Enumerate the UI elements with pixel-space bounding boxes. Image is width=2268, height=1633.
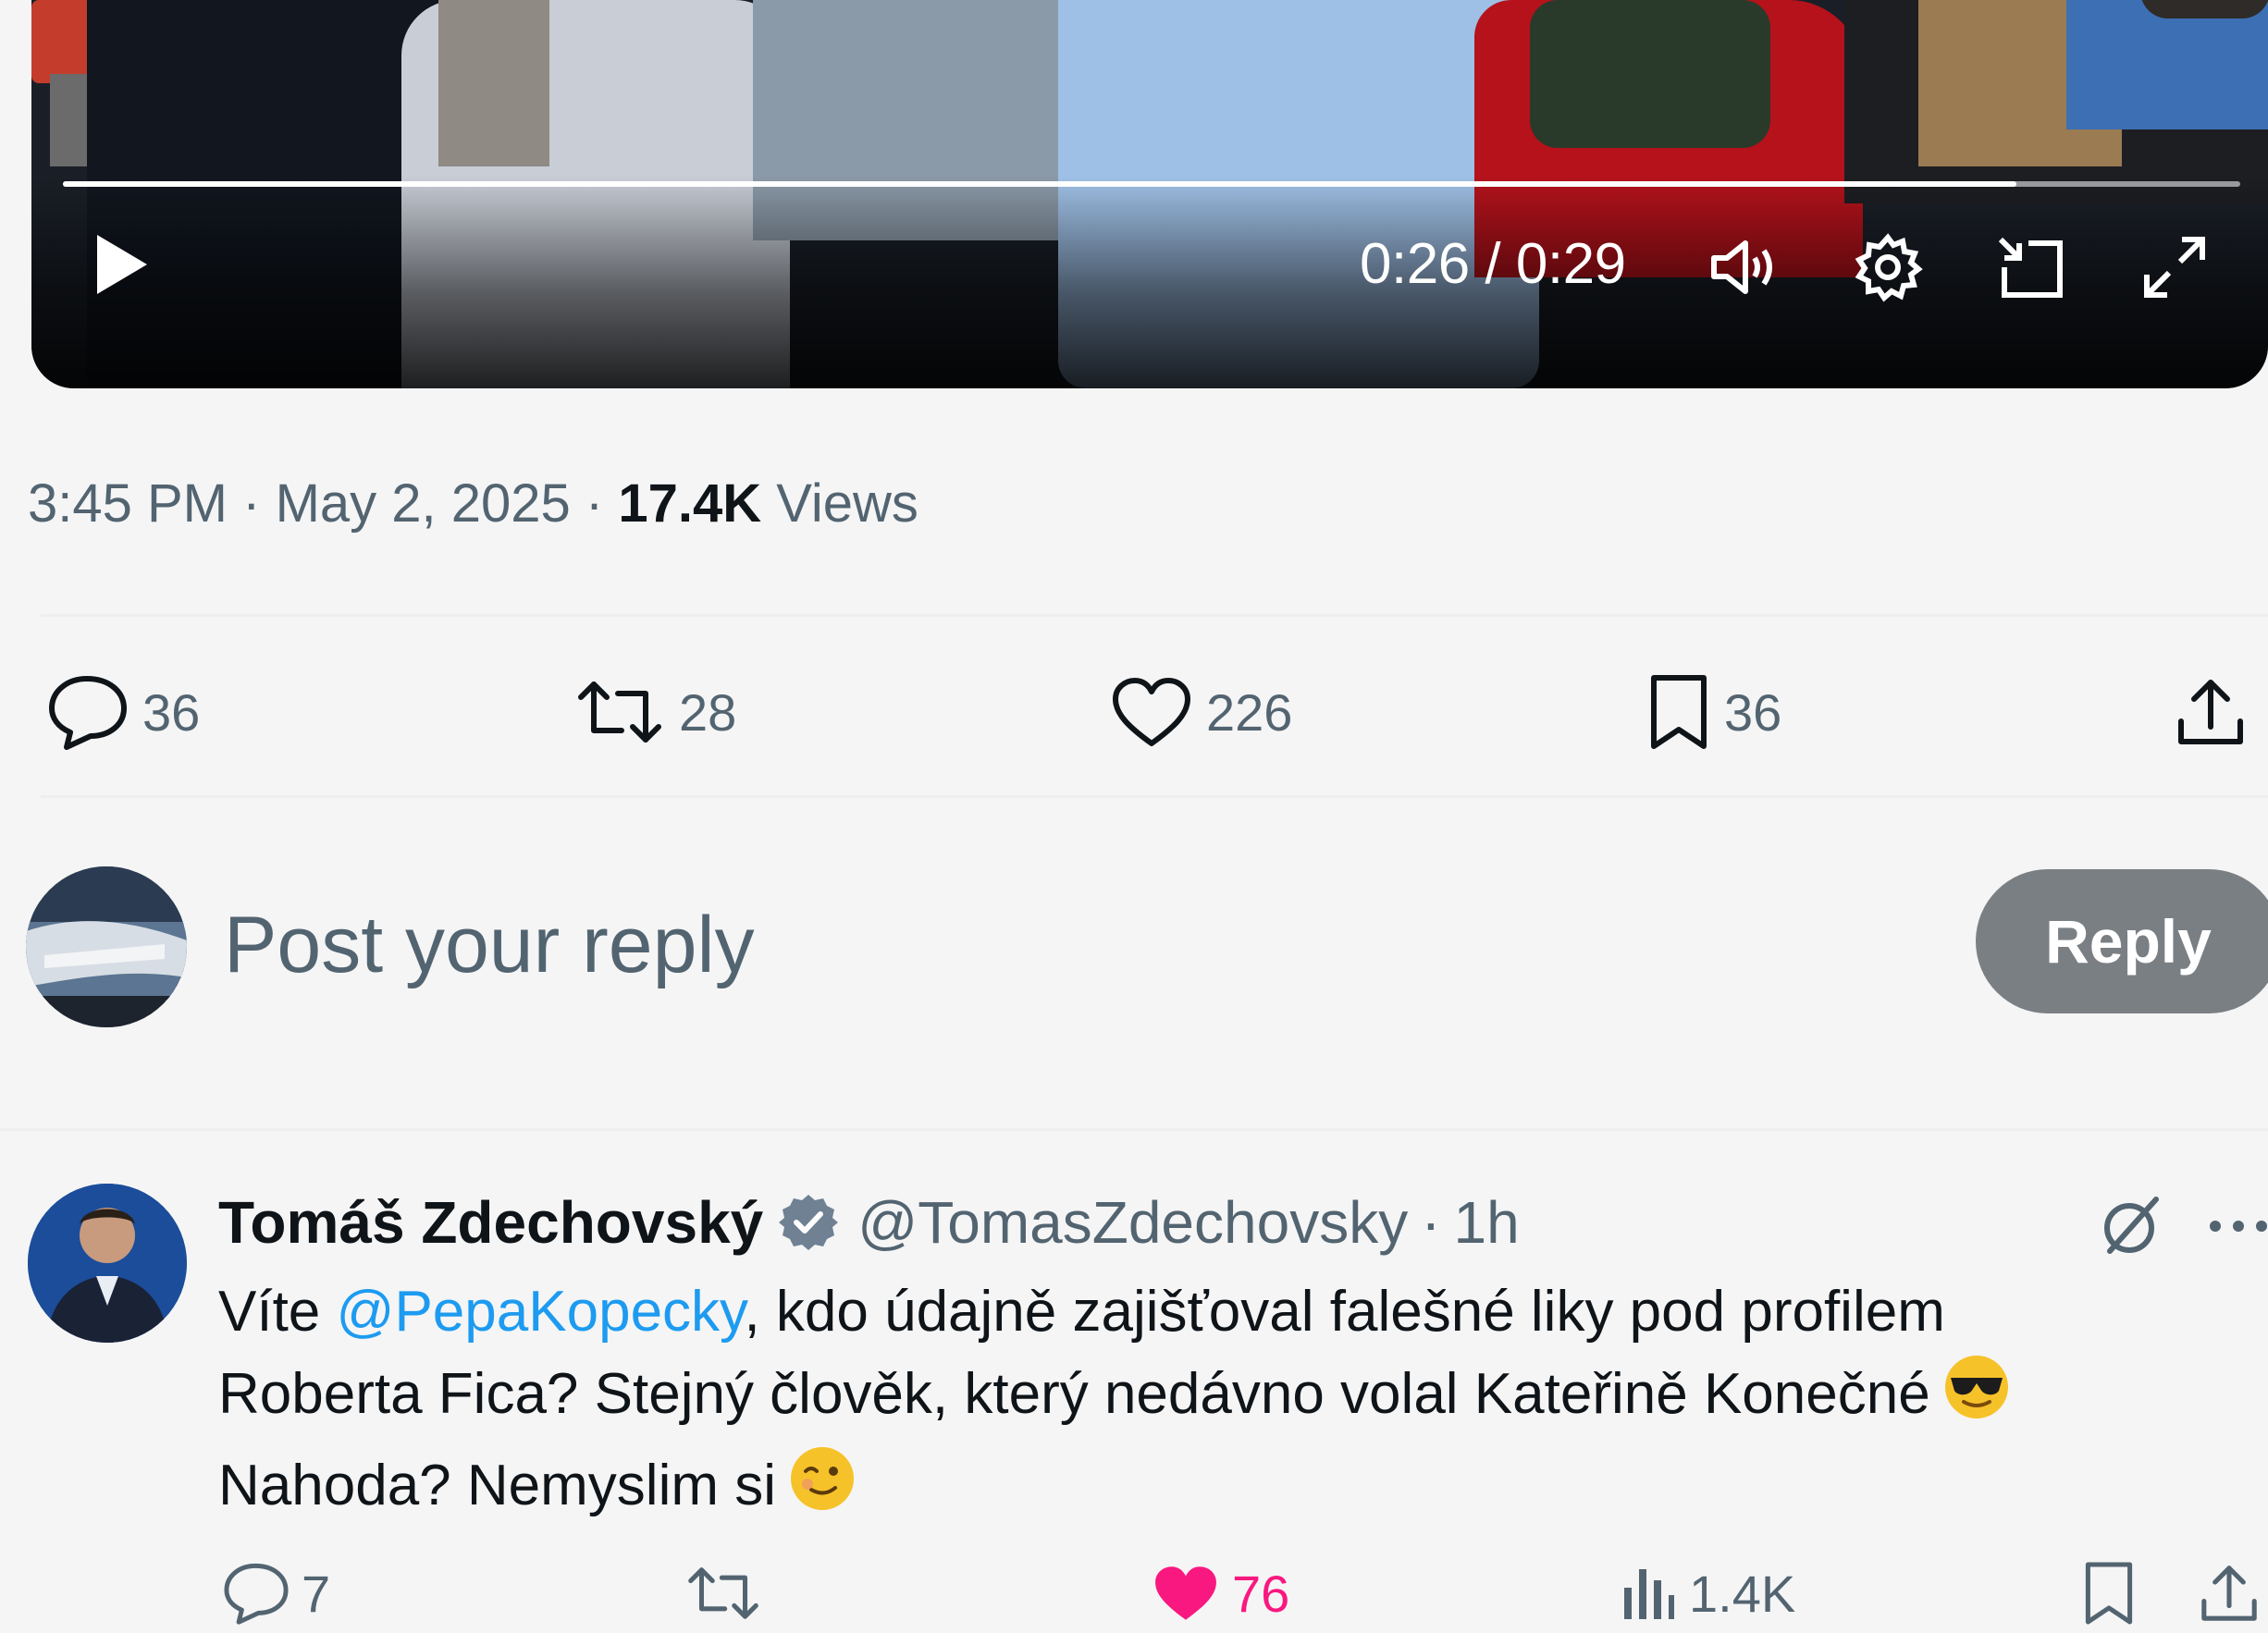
reply-text-line: Nahoda? Nemyslim si: [218, 1443, 2235, 1535]
video-time: 0:26 / 0:29: [1360, 231, 1626, 298]
reply-count: 36: [142, 682, 201, 742]
mention-link[interactable]: @PepaKopecky: [337, 1280, 745, 1344]
winking-emoji: [787, 1443, 857, 1535]
current-time: 0:26: [1360, 232, 1470, 296]
views-count: 17.4K: [618, 473, 762, 534]
analytics-icon: [1624, 1569, 1674, 1619]
reply-text-line: Víte @PepaKopecky, kdo údajně zajišťoval…: [218, 1280, 1945, 1344]
volume-icon: [1711, 240, 1772, 294]
pip-button[interactable]: [1989, 226, 2072, 309]
post-meta: 3:45 PM · May 2, 2025 · 17.4K Views: [28, 470, 918, 538]
gear-icon: [1855, 233, 1923, 302]
duration: 0:29: [1515, 232, 1626, 296]
sunglasses-emoji: [1941, 1352, 2012, 1443]
time-separator: /: [1485, 232, 1501, 296]
heart-icon: [1155, 1566, 1216, 1620]
share-action[interactable]: [2174, 666, 2248, 758]
fullscreen-button[interactable]: [2133, 226, 2216, 309]
divider: [41, 795, 2268, 798]
bookmark-action[interactable]: 36: [1646, 666, 1781, 758]
reply-share-action[interactable]: [2198, 1553, 2261, 1633]
share-icon: [2178, 680, 2243, 744]
settings-button[interactable]: [1846, 226, 1929, 309]
bookmark-icon: [1651, 675, 1707, 749]
avatar-image: [28, 1184, 187, 1343]
reply-views-action[interactable]: 1.4K: [1619, 1553, 1795, 1633]
divider: [0, 1128, 2268, 1131]
author-name[interactable]: Tomáš Zdechovský: [218, 1185, 763, 1259]
video-player[interactable]: 0:26 / 0:29: [31, 0, 2268, 388]
meta-separator: ·: [242, 473, 261, 534]
divider: [41, 614, 2268, 617]
author-handle[interactable]: @TomasZdechovsky: [857, 1185, 1408, 1259]
grok-button[interactable]: [2094, 1189, 2168, 1263]
reply-time[interactable]: 1h: [1454, 1185, 1520, 1259]
reply-like-count: 76: [1232, 1564, 1290, 1623]
author-avatar[interactable]: [28, 1184, 187, 1343]
avatar-image: [26, 866, 187, 1027]
play-button[interactable]: [85, 227, 159, 301]
reply-input[interactable]: Post your reply: [224, 899, 755, 991]
heart-icon: [1113, 678, 1190, 746]
reply-header: Tomáš Zdechovský @TomasZdechovsky · 1h: [218, 1185, 1520, 1259]
post-date[interactable]: May 2, 2025: [276, 473, 571, 534]
reply-bubble-icon: [224, 1563, 289, 1625]
verified-badge-icon: [778, 1192, 839, 1253]
current-user-avatar[interactable]: [26, 866, 187, 1027]
repost-icon: [578, 681, 661, 743]
reply-bookmark-action[interactable]: [2081, 1553, 2137, 1633]
video-gradient: [31, 176, 2268, 388]
reply-text: Víte @PepaKopecky, kdo údajně zajišťoval…: [218, 1272, 2235, 1535]
repost-icon: [688, 1567, 758, 1619]
reply-action[interactable]: 36: [46, 666, 200, 758]
reply-button[interactable]: Reply: [1976, 869, 2268, 1013]
play-icon: [97, 235, 147, 294]
volume-button[interactable]: [1704, 226, 1787, 309]
video-progress-fill: [63, 181, 2016, 187]
fullscreen-icon: [2144, 237, 2205, 298]
bookmark-count: 36: [1724, 682, 1782, 742]
post-time[interactable]: 3:45 PM: [28, 473, 228, 534]
reply-text-line: Roberta Fica? Stejný člověk, který nedáv…: [218, 1352, 2235, 1443]
meta-separator: ·: [585, 473, 604, 534]
reply-reply-count: 7: [302, 1564, 331, 1623]
repost-count: 28: [679, 682, 737, 742]
picture-in-picture-icon: [1998, 237, 2063, 298]
reply-bubble-icon: [49, 676, 127, 750]
grok-icon: [2104, 1197, 2159, 1254]
reply-repost-action[interactable]: [684, 1553, 773, 1633]
repost-action[interactable]: 28: [573, 666, 736, 758]
more-button[interactable]: [2201, 1189, 2268, 1263]
share-icon: [2201, 1565, 2257, 1621]
reply-views-count: 1.4K: [1689, 1564, 1796, 1623]
header-separator: ·: [1421, 1189, 1441, 1256]
reply-reply-action[interactable]: 7: [222, 1553, 330, 1633]
video-progress-bar[interactable]: [63, 181, 2240, 187]
like-action[interactable]: 226: [1110, 666, 1292, 758]
like-count: 226: [1206, 682, 1293, 742]
more-dots-icon: [2210, 1221, 2267, 1232]
views-label: Views: [776, 473, 918, 534]
reply-like-action[interactable]: 76: [1151, 1553, 1289, 1633]
bookmark-icon: [2085, 1562, 2133, 1625]
